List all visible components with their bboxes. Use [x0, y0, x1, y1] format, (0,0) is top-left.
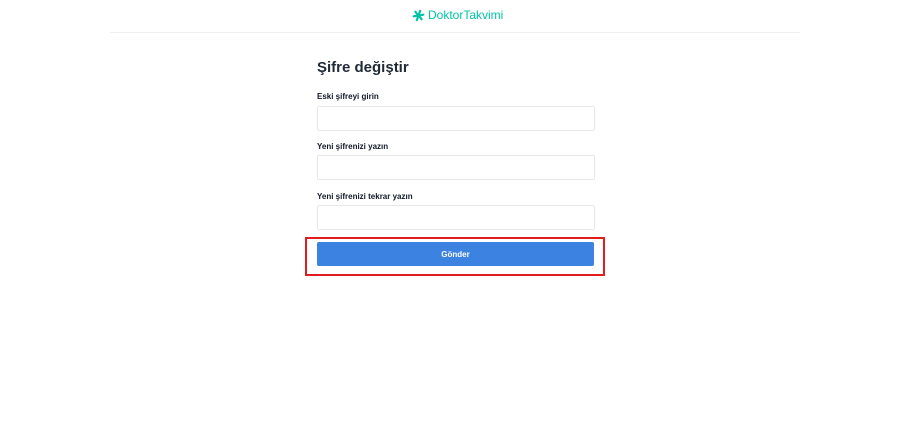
old-password-label: Eski şifreyi girin — [317, 92, 379, 101]
confirm-password-field[interactable] — [317, 205, 595, 230]
header-divider — [110, 32, 800, 33]
submit-button[interactable]: Gönder — [317, 242, 594, 266]
change-password-form: Şifre değiştir Eski şifreyi girin Yeni ş… — [317, 58, 595, 266]
site-header: DoktorTakvimi — [0, 0, 910, 33]
new-password-label: Yeni şifrenizi yazın — [317, 142, 389, 151]
page-title: Şifre değiştir — [317, 59, 409, 76]
asterisk-logo-icon — [412, 9, 425, 21]
new-password-field[interactable] — [317, 155, 595, 180]
old-password-field[interactable] — [317, 106, 595, 131]
brand-logo[interactable]: DoktorTakvimi — [412, 8, 503, 22]
brand-name: DoktorTakvimi — [428, 8, 504, 22]
confirm-password-label: Yeni şifrenizi tekrar yazın — [317, 192, 413, 201]
